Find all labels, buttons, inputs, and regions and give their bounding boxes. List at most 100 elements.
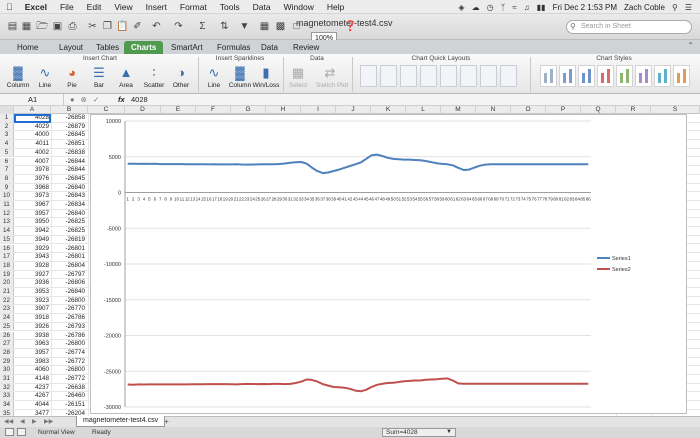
cell-b[interactable]: -26460	[51, 392, 87, 400]
chart-style-1[interactable]	[540, 65, 557, 87]
view-options-icon[interactable]: □	[290, 19, 303, 34]
chart-style-6[interactable]	[635, 65, 652, 87]
quick-layout-4[interactable]	[420, 65, 437, 87]
cell-a[interactable]: 3953	[14, 288, 51, 296]
new-icon[interactable]: ▤	[6, 19, 19, 34]
cell-a[interactable]: 4007	[14, 158, 51, 166]
time-machine-icon[interactable]: ◷	[487, 3, 494, 12]
quick-layout-8[interactable]	[500, 65, 517, 87]
column-header[interactable]: D	[125, 106, 161, 114]
row-header[interactable]: 33	[0, 392, 14, 401]
tab-data[interactable]: Data	[254, 41, 285, 54]
cell-b[interactable]: -26840	[51, 210, 87, 218]
chart-style-7[interactable]	[654, 65, 671, 87]
row-header[interactable]: 17	[0, 253, 14, 261]
insert-pie-button[interactable]: ◕ Pie	[58, 64, 86, 89]
cell-b[interactable]: -26844	[51, 166, 87, 174]
redo-icon[interactable]: ↷	[172, 19, 185, 34]
print-icon[interactable]: ⎙	[66, 19, 79, 34]
wifi-icon[interactable]: ≈	[512, 3, 516, 12]
row-header[interactable]: 23	[0, 305, 14, 314]
cell-a[interactable]: 4029	[14, 123, 51, 131]
tab-smartart[interactable]: SmartArt	[164, 41, 210, 54]
cell-a[interactable]: 3929	[14, 245, 51, 253]
column-header[interactable]: A	[14, 106, 51, 114]
row-header[interactable]: 13	[0, 218, 14, 227]
formula-input[interactable]: 4028	[131, 94, 148, 106]
cell-b[interactable]: -26151	[51, 401, 87, 409]
menu-window[interactable]: Window	[284, 2, 314, 12]
column-header[interactable]: I	[301, 106, 336, 114]
sparkline-column-button[interactable]: ▓ Column	[226, 64, 254, 89]
cell-a[interactable]: 4000	[14, 131, 51, 139]
copy-icon[interactable]: ❐	[101, 19, 114, 34]
row-header[interactable]: 25	[0, 322, 14, 331]
cell-a[interactable]: 4002	[14, 149, 51, 157]
chart-style-4[interactable]	[597, 65, 614, 87]
row-header[interactable]: 32	[0, 383, 14, 392]
tab-review[interactable]: Review	[286, 41, 326, 54]
page-layout-view-icon[interactable]	[17, 428, 26, 436]
cell-b[interactable]: -26797	[51, 271, 87, 279]
cell-a[interactable]: 3976	[14, 175, 51, 183]
cell-b[interactable]: -26879	[51, 123, 87, 131]
tab-layout[interactable]: Layout	[52, 41, 90, 54]
cell-b[interactable]: -26793	[51, 323, 87, 331]
cell-a[interactable]: 3927	[14, 271, 51, 279]
cell-b[interactable]: -26801	[51, 253, 87, 261]
cell-b[interactable]: -26834	[51, 201, 87, 209]
insert-other-button[interactable]: ◑ Other	[167, 64, 195, 89]
column-header[interactable]: S	[651, 106, 700, 114]
bluetooth-icon[interactable]: ᛉ	[501, 3, 506, 12]
row-header[interactable]: 21	[0, 288, 14, 296]
row-header[interactable]: 20	[0, 279, 14, 287]
quick-layout-6[interactable]	[460, 65, 477, 87]
column-header[interactable]: P	[546, 106, 581, 114]
normal-view-icon[interactable]	[5, 428, 14, 436]
menu-data[interactable]: Data	[253, 2, 271, 12]
row-header[interactable]: 19	[0, 270, 14, 279]
enter-formula-icon[interactable]: ✓	[93, 95, 101, 104]
row-header[interactable]: 31	[0, 375, 14, 383]
cell-a[interactable]: 4148	[14, 375, 51, 383]
sparkline-winloss-button[interactable]: ▮ Win/Loss	[252, 64, 280, 89]
insert-bar-button[interactable]: ☰ Bar	[85, 64, 113, 89]
row-header[interactable]: 30	[0, 366, 14, 374]
paste-icon[interactable]: 📋	[116, 19, 129, 34]
row-header[interactable]: 18	[0, 261, 14, 270]
row-header[interactable]: 6	[0, 157, 14, 166]
cell-b[interactable]: -26772	[51, 375, 87, 383]
templates-icon[interactable]: ▦	[20, 19, 33, 34]
spotlight-icon[interactable]: ⚲	[672, 3, 678, 12]
menu-view[interactable]: View	[114, 2, 132, 12]
row-header[interactable]: 9	[0, 183, 14, 192]
name-box[interactable]: A1	[0, 94, 64, 106]
cell-b[interactable]: -26786	[51, 314, 87, 322]
cell-b[interactable]: -26843	[51, 192, 87, 200]
cell-b[interactable]: -26840	[51, 184, 87, 192]
column-header[interactable]: G	[231, 106, 266, 114]
format-painter-icon[interactable]: ✐	[131, 19, 144, 34]
column-header[interactable]: K	[371, 106, 406, 114]
row-header[interactable]: 7	[0, 166, 14, 174]
cell-b[interactable]: -26800	[51, 366, 87, 374]
cell-a[interactable]: 3942	[14, 227, 51, 235]
cell-b[interactable]: -26638	[51, 384, 87, 392]
cell-b[interactable]: -26838	[51, 149, 87, 157]
search-input[interactable]: ⚲ Search in Sheet	[566, 20, 692, 34]
cell-a[interactable]: 3923	[14, 297, 51, 305]
cut-icon[interactable]: ✂	[86, 19, 99, 34]
insert-column-button[interactable]: ▓ Column	[4, 64, 32, 89]
cell-a[interactable]: 3957	[14, 210, 51, 218]
column-header[interactable]: R	[616, 106, 651, 114]
cell-a[interactable]: 4237	[14, 384, 51, 392]
cell-b[interactable]: -26825	[51, 218, 87, 226]
cell-b[interactable]: -26806	[51, 279, 87, 287]
spreadsheet-grid[interactable]: A B C D E F G H I J K L M N O P Q R S 14…	[0, 106, 700, 416]
menu-help[interactable]: Help	[327, 2, 344, 12]
help-icon[interactable]: ❓	[344, 19, 357, 34]
next-sheet-icon[interactable]: ▶	[32, 417, 37, 427]
row-header[interactable]: 12	[0, 209, 14, 218]
chart-style-3[interactable]	[578, 65, 595, 87]
selected-cell[interactable]	[14, 114, 51, 123]
